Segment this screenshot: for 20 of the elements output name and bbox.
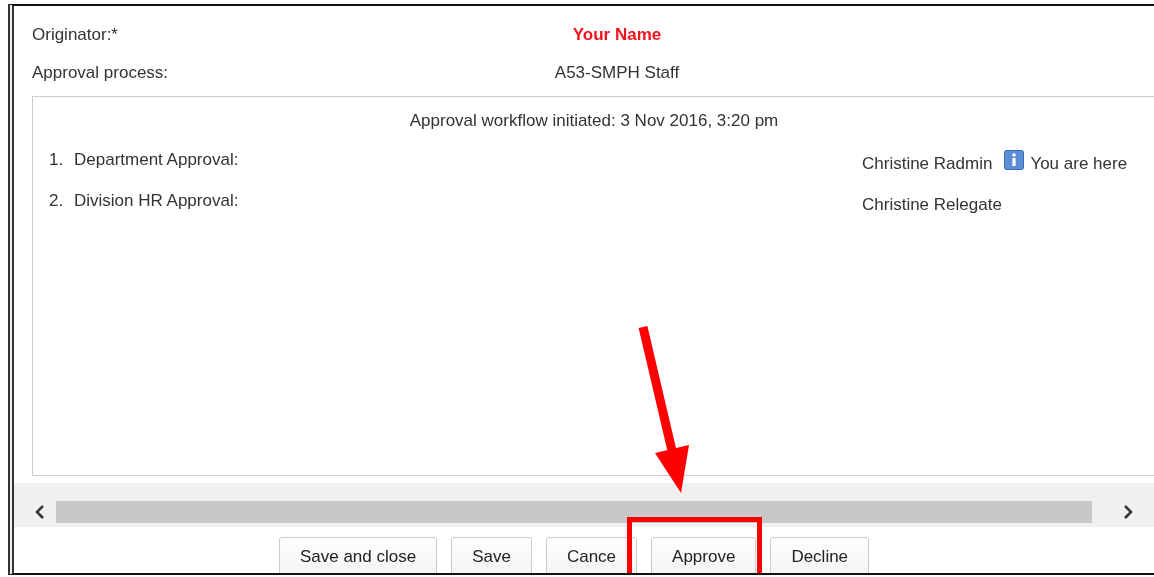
step-number: 2. — [49, 190, 65, 211]
approver-name: Christine Relegate — [862, 193, 1002, 215]
field-label: Originator:* — [32, 25, 119, 45]
step-name: Department Approval: — [74, 149, 240, 170]
action-button[interactable]: Decline — [770, 537, 870, 573]
action-button[interactable]: Approve — [651, 537, 757, 573]
workflow-heading: Approval workflow initiated: 3 Nov 2016, 3:20 pm — [408, 110, 780, 132]
action-button[interactable]: Save — [451, 537, 532, 573]
step-number: 1. — [49, 149, 65, 170]
current-step-note: You are here — [1030, 152, 1128, 174]
approver-name: Christine Radmin — [862, 152, 993, 174]
action-button[interactable]: Cance — [545, 537, 638, 573]
field-value: A53-SMPH Staff — [553, 63, 681, 83]
field-label: Approval process: — [32, 63, 170, 83]
step-name: Division HR Approval: — [74, 190, 240, 211]
scrollbar-thumb[interactable] — [56, 501, 1092, 524]
scroll-left-icon[interactable] — [34, 505, 46, 520]
action-button[interactable]: Save and close — [278, 537, 438, 573]
field-value: Your Name — [571, 25, 663, 45]
scroll-right-icon[interactable] — [1122, 505, 1134, 520]
